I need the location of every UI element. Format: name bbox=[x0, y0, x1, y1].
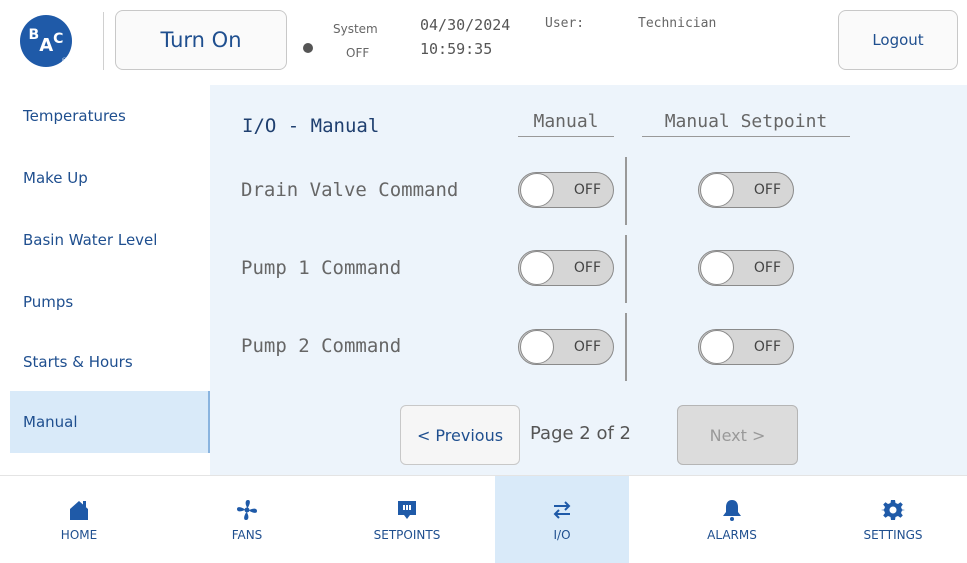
column-header-manual: Manual bbox=[518, 111, 614, 137]
nav-setpoints-label: SETPOINTS bbox=[373, 528, 441, 542]
io-manual-panel: I/O - Manual Manual Manual Setpoint Drai… bbox=[210, 85, 967, 475]
user-label: User: bbox=[545, 16, 585, 31]
toggle-state-label: OFF bbox=[573, 339, 601, 355]
header-bar: B A C ® Turn On System OFF 04/30/2024 10:59… bbox=[0, 0, 967, 85]
sidebar-item-starts-hours[interactable]: Starts & Hours bbox=[10, 331, 210, 393]
toggle-knob bbox=[700, 330, 734, 364]
toggle-knob bbox=[520, 251, 554, 285]
user-name: Technician bbox=[638, 16, 717, 31]
bottom-navigation: HOME FANS SETPOINTS I/O ALARMS SETTINGS bbox=[0, 475, 967, 563]
fan-icon bbox=[237, 500, 257, 520]
nav-fans-label: FANS bbox=[231, 528, 263, 542]
row-label-pump-1-command: Pump 1 Command bbox=[241, 257, 402, 279]
toggle-state-label: OFF bbox=[753, 339, 781, 355]
system-label: System bbox=[333, 22, 378, 36]
toggle-state-label: OFF bbox=[753, 182, 781, 198]
sidebar-item-make-up[interactable]: Make Up bbox=[10, 147, 210, 209]
column-divider bbox=[625, 157, 627, 225]
drain-valve-setpoint-toggle[interactable]: OFF bbox=[698, 172, 794, 208]
nav-settings-label: SETTINGS bbox=[863, 528, 923, 542]
pump-2-setpoint-toggle[interactable]: OFF bbox=[698, 329, 794, 365]
previous-page-button[interactable]: < Previous bbox=[400, 405, 520, 465]
nav-home[interactable]: HOME bbox=[12, 476, 146, 563]
sidebar-item-pumps[interactable]: Pumps bbox=[10, 271, 210, 333]
nav-alarms-label: ALARMS bbox=[707, 528, 757, 542]
home-icon bbox=[70, 501, 88, 520]
system-state: OFF bbox=[346, 46, 370, 60]
toggle-knob bbox=[700, 173, 734, 207]
pump-1-setpoint-toggle[interactable]: OFF bbox=[698, 250, 794, 286]
sidebar: Temperatures Make Up Basin Water Level P… bbox=[0, 85, 210, 475]
drain-valve-manual-toggle[interactable]: OFF bbox=[518, 172, 614, 208]
pump-2-manual-toggle[interactable]: OFF bbox=[518, 329, 614, 365]
setpoints-icon bbox=[398, 501, 416, 519]
nav-alarms[interactable]: ALARMS bbox=[665, 476, 799, 563]
toggle-state-label: OFF bbox=[573, 182, 601, 198]
nav-setpoints[interactable]: SETPOINTS bbox=[340, 476, 474, 563]
current-date: 04/30/2024 bbox=[420, 16, 511, 34]
current-time: 10:59:35 bbox=[420, 40, 493, 58]
nav-io-label: I/O bbox=[553, 528, 571, 542]
pump-1-manual-toggle[interactable]: OFF bbox=[518, 250, 614, 286]
sidebar-item-temperatures[interactable]: Temperatures bbox=[10, 85, 210, 147]
header-divider bbox=[103, 12, 104, 70]
bac-logo: B A C ® bbox=[20, 15, 72, 67]
bell-icon bbox=[723, 500, 741, 521]
sidebar-item-manual[interactable]: Manual bbox=[10, 391, 210, 453]
gear-icon bbox=[881, 500, 905, 520]
column-divider bbox=[625, 235, 627, 303]
nav-fans[interactable]: FANS bbox=[180, 476, 314, 563]
nav-io[interactable]: I/O bbox=[495, 476, 629, 563]
toggle-knob bbox=[520, 330, 554, 364]
page-title: I/O - Manual bbox=[242, 115, 380, 137]
logout-button[interactable]: Logout bbox=[838, 10, 958, 70]
toggle-knob bbox=[700, 251, 734, 285]
io-arrows-icon bbox=[553, 501, 571, 519]
system-status-indicator bbox=[303, 43, 313, 53]
page-indicator: Page 2 of 2 bbox=[530, 423, 631, 444]
row-label-pump-2-command: Pump 2 Command bbox=[241, 335, 402, 357]
nav-settings[interactable]: SETTINGS bbox=[826, 476, 960, 563]
toggle-state-label: OFF bbox=[753, 260, 781, 276]
next-page-button[interactable]: Next > bbox=[677, 405, 798, 465]
toggle-knob bbox=[520, 173, 554, 207]
turn-on-button[interactable]: Turn On bbox=[115, 10, 287, 70]
sidebar-item-basin-water-level[interactable]: Basin Water Level bbox=[10, 209, 210, 271]
row-label-drain-valve-command: Drain Valve Command bbox=[241, 179, 459, 201]
toggle-state-label: OFF bbox=[573, 260, 601, 276]
nav-home-label: HOME bbox=[60, 528, 98, 542]
column-divider bbox=[625, 313, 627, 381]
column-header-manual-setpoint: Manual Setpoint bbox=[642, 111, 850, 137]
